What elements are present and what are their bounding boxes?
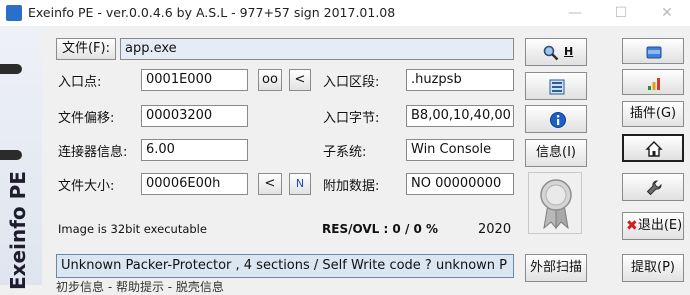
overlay-field[interactable]: NO 00000000 xyxy=(406,173,514,195)
image-bits-text: Image is 32bit executable xyxy=(58,222,207,236)
res-ovl-text: RES/OVL : 0 / 0 % xyxy=(322,222,439,236)
folder-icon xyxy=(646,46,662,59)
n-button[interactable]: N xyxy=(289,173,311,195)
entry-point-label: 入口点: xyxy=(58,75,102,90)
signal-bars-icon xyxy=(648,78,660,90)
stats-button[interactable] xyxy=(622,69,684,95)
overlay-label: 附加数据: xyxy=(323,179,380,194)
file-size-label: 文件大小: xyxy=(58,179,115,194)
oo-button[interactable]: oo xyxy=(258,69,282,91)
home-button[interactable] xyxy=(622,134,684,162)
red-x-icon: ✖ xyxy=(626,218,638,234)
plugins-button[interactable]: 插件(G) xyxy=(622,101,684,127)
info-button[interactable]: 信息(I) xyxy=(525,139,587,167)
search-h-button[interactable]: H xyxy=(525,38,587,66)
award-panel xyxy=(528,172,582,234)
entry-bytes-label: 入口字节: xyxy=(323,111,380,126)
subsystem-field[interactable]: Win Console xyxy=(406,139,514,161)
title-bar: Exeinfo PE - ver.0.0.4.6 by A.S.L - 977+… xyxy=(0,0,690,26)
bottom-help-text: 初步信息 - 帮助提示 - 脱壳信息 xyxy=(56,280,224,294)
file-offset-field[interactable]: 00003200 xyxy=(141,105,248,127)
open-folder-button[interactable] xyxy=(622,38,684,64)
wrench-icon xyxy=(646,180,662,196)
entry-point-field[interactable]: 0001E000 xyxy=(141,69,248,91)
entry-section-field[interactable]: .huzpsb xyxy=(406,69,514,91)
file-offset-label: 文件偏移: xyxy=(58,111,115,126)
detection-status[interactable]: Unknown Packer-Protector , 4 sections / … xyxy=(56,254,514,278)
magnifier-icon xyxy=(543,45,559,61)
section-list-button[interactable] xyxy=(525,72,587,100)
linker-info-label: 连接器信息: xyxy=(58,145,128,160)
file-size-field[interactable]: 00006E00h xyxy=(141,173,248,195)
entry-section-label: 入口区段: xyxy=(323,75,380,90)
file-size-prev-button[interactable]: < xyxy=(258,173,282,195)
sidebar-knob-bottom xyxy=(0,150,22,160)
ribbon-award-icon xyxy=(540,179,572,230)
file-open-button[interactable]: 文件(F): xyxy=(56,38,116,60)
info-icon xyxy=(550,112,566,128)
sidebar-knob-top xyxy=(0,64,22,74)
exit-button[interactable]: ✖ 退出(E) xyxy=(622,212,684,240)
extract-button[interactable]: 提取(P) xyxy=(622,254,684,282)
subsystem-label: 子系统: xyxy=(323,145,367,160)
app-icon xyxy=(6,5,22,21)
list-icon xyxy=(549,79,565,95)
maximize-icon[interactable]: ☐ xyxy=(598,0,644,26)
entry-bytes-field[interactable]: B8,00,10,40,00 xyxy=(406,105,514,127)
entry-point-prev-button[interactable]: < xyxy=(289,69,311,91)
search-h-label: H xyxy=(564,45,574,58)
exit-button-label: 退出(E) xyxy=(637,218,683,233)
about-button[interactable] xyxy=(525,105,587,133)
linker-info-field[interactable]: 6.00 xyxy=(141,139,248,161)
sidebar-brand: Exeinfo PE xyxy=(6,171,30,290)
external-scan-button[interactable]: 外部扫描 xyxy=(525,254,587,282)
tools-button[interactable] xyxy=(622,173,684,201)
home-icon xyxy=(645,141,663,157)
close-window-icon[interactable]: ✕ xyxy=(644,0,690,26)
file-path-field[interactable]: app.exe xyxy=(120,38,514,60)
year-text: 2020 xyxy=(478,222,512,237)
minimize-icon[interactable]: — xyxy=(552,0,598,26)
window-title: Exeinfo PE - ver.0.0.4.6 by A.S.L - 977+… xyxy=(28,5,396,20)
